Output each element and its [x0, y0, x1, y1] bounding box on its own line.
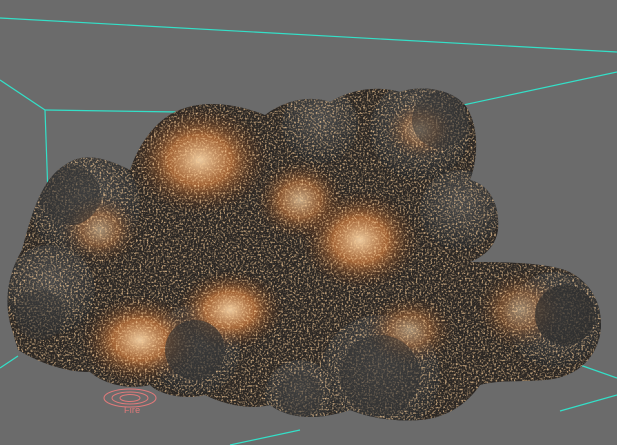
viewport-canvas [0, 17, 617, 445]
emitter-label[interactable]: Fire [124, 405, 140, 415]
smoke-volume [7, 88, 601, 421]
3d-viewport[interactable]: Fire [0, 0, 617, 445]
